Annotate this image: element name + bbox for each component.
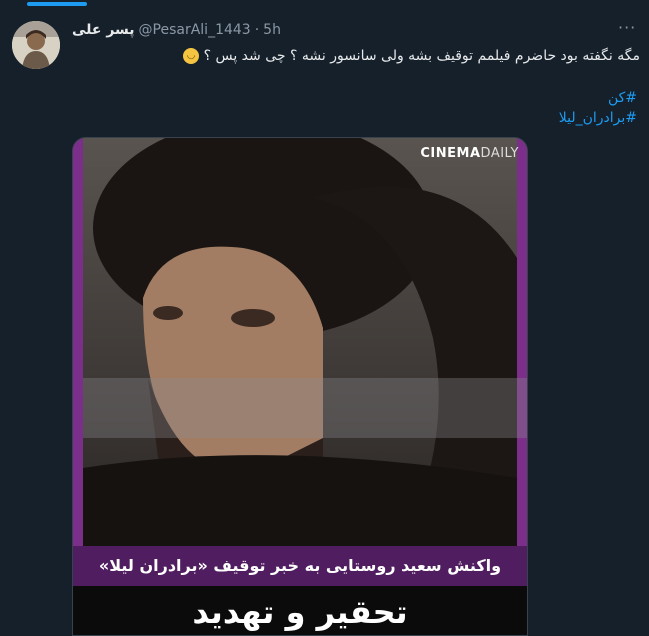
tweet-header: پسر علی @PesarAli_1443 · 5h bbox=[72, 22, 281, 38]
brand-logo-thin: DAILY bbox=[480, 146, 519, 161]
tweet-media-image[interactable]: CINEMADAILY واکنش سعید روستایی به خبر تو… bbox=[72, 137, 528, 636]
avatar-image bbox=[12, 21, 60, 69]
hashtag-list: #کن #برادران_لیلا bbox=[559, 88, 637, 128]
tweet-time[interactable]: 5h bbox=[263, 22, 281, 38]
tweet-text: مگه نگفته بود حاضرم فیلمم توقیف بشه ولی … bbox=[72, 46, 640, 66]
display-name[interactable]: پسر علی bbox=[72, 22, 135, 38]
avatar[interactable] bbox=[12, 21, 60, 69]
tweet-text-body: مگه نگفته بود حاضرم فیلمم توقیف بشه ولی … bbox=[203, 48, 640, 64]
image-headline: تحقیر و تهدید bbox=[73, 586, 527, 635]
top-tab-indicator-bar bbox=[0, 0, 649, 6]
more-options-icon[interactable]: ··· bbox=[618, 18, 636, 37]
hashtag-link[interactable]: #برادران_لیلا bbox=[559, 108, 637, 128]
portrait-photo bbox=[73, 138, 527, 546]
hashtag-link[interactable]: #کن bbox=[559, 88, 637, 108]
separator-dot: · bbox=[254, 22, 260, 38]
image-caption: واکنش سعید روستایی به خبر توقیف «برادران… bbox=[73, 546, 527, 586]
active-tab-indicator bbox=[27, 2, 87, 6]
grinning-face-icon: ◡ bbox=[183, 48, 200, 64]
brand-logo: CINEMADAILY bbox=[420, 146, 519, 161]
user-handle[interactable]: @PesarAli_1443 bbox=[139, 22, 251, 38]
brand-logo-bold: CINEMA bbox=[420, 146, 481, 161]
